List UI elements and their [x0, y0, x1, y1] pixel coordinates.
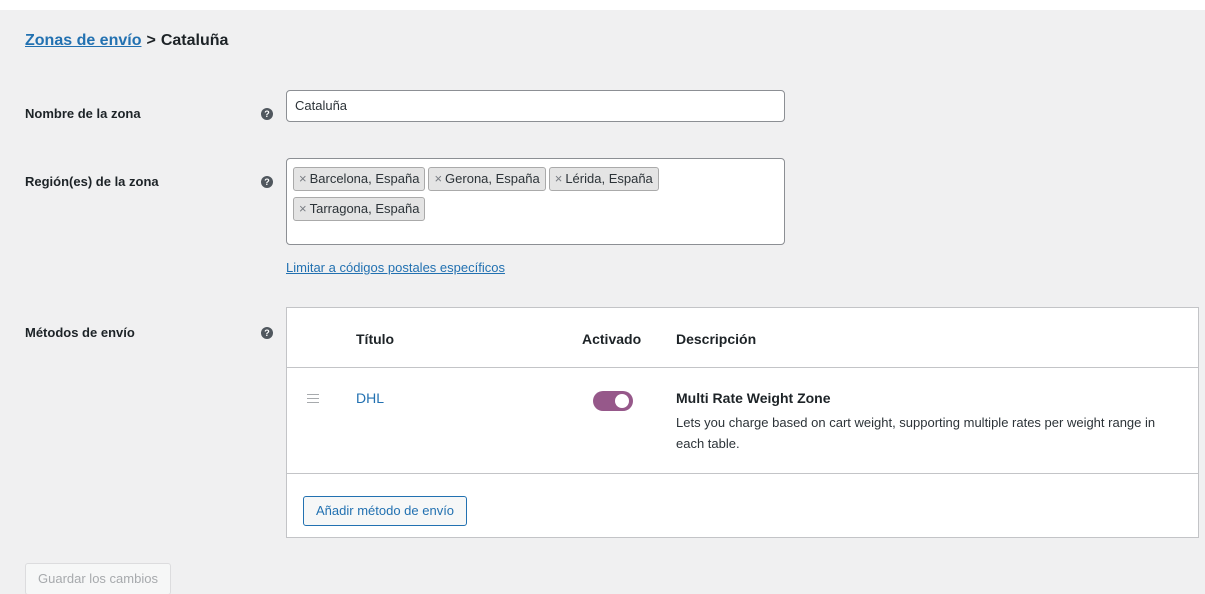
limit-postcodes-link[interactable]: Limitar a códigos postales específicos [286, 260, 505, 276]
save-changes-button[interactable]: Guardar los cambios [25, 563, 171, 594]
region-chip-label: Lérida, España [565, 171, 653, 186]
breadcrumb-separator: > [146, 32, 156, 49]
zone-name-input[interactable]: Cataluña [286, 90, 785, 122]
shipping-methods-label: Métodos de envío [25, 325, 135, 340]
remove-chip-icon[interactable]: × [555, 171, 563, 186]
remove-chip-icon[interactable]: × [299, 201, 307, 216]
help-icon[interactable]: ? [261, 108, 273, 120]
methods-table-header: Título Activado Descripción [287, 308, 1198, 368]
add-shipping-method-button[interactable]: Añadir método de envío [303, 496, 468, 526]
column-enabled: Activado [582, 331, 642, 347]
toggle-knob [615, 394, 629, 408]
column-description: Descripción [676, 331, 757, 347]
shipping-zone-editor: Zonas de envío > Cataluña Nombre de la zon… [0, 0, 1205, 594]
region-chip-label: Tarragona, España [309, 201, 420, 216]
region-chip: × Gerona, España [428, 167, 546, 191]
column-title: Título [356, 331, 395, 347]
method-enabled-toggle[interactable] [593, 391, 633, 411]
zone-regions-label: Región(es) de la zona [25, 174, 159, 189]
method-description-title: Multi Rate Weight Zone [676, 390, 831, 406]
zone-regions-select[interactable]: × Barcelona, España × Gerona, España × Lérida… [286, 158, 785, 245]
region-chip-label: Barcelona, España [309, 171, 420, 186]
region-chip: × Tarragona, España [293, 197, 426, 221]
shipping-methods-table: Título Activado Descripción DHL Multi Ra… [286, 307, 1199, 538]
remove-chip-icon[interactable]: × [434, 171, 442, 186]
remove-chip-icon[interactable]: × [299, 171, 307, 186]
zone-name-label: Nombre de la zona [25, 106, 141, 121]
region-chip-label: Gerona, España [445, 171, 540, 186]
help-icon[interactable]: ? [261, 327, 273, 339]
table-row: DHL Multi Rate Weight Zone Lets you char… [287, 368, 1198, 474]
breadcrumb-shipping-zones-link[interactable]: Zonas de envío [25, 32, 141, 49]
region-chip: × Lérida, España [548, 167, 659, 191]
breadcrumb-current: Cataluña [160, 32, 229, 49]
method-description: Lets you charge based on cart weight, su… [676, 415, 1156, 451]
breadcrumb: Zonas de envío > Cataluña [25, 30, 228, 52]
help-icon[interactable]: ? [261, 176, 273, 188]
drag-handle-icon[interactable] [307, 394, 319, 403]
method-title-link[interactable]: DHL [356, 389, 384, 407]
region-chip: × Barcelona, España [293, 167, 426, 191]
